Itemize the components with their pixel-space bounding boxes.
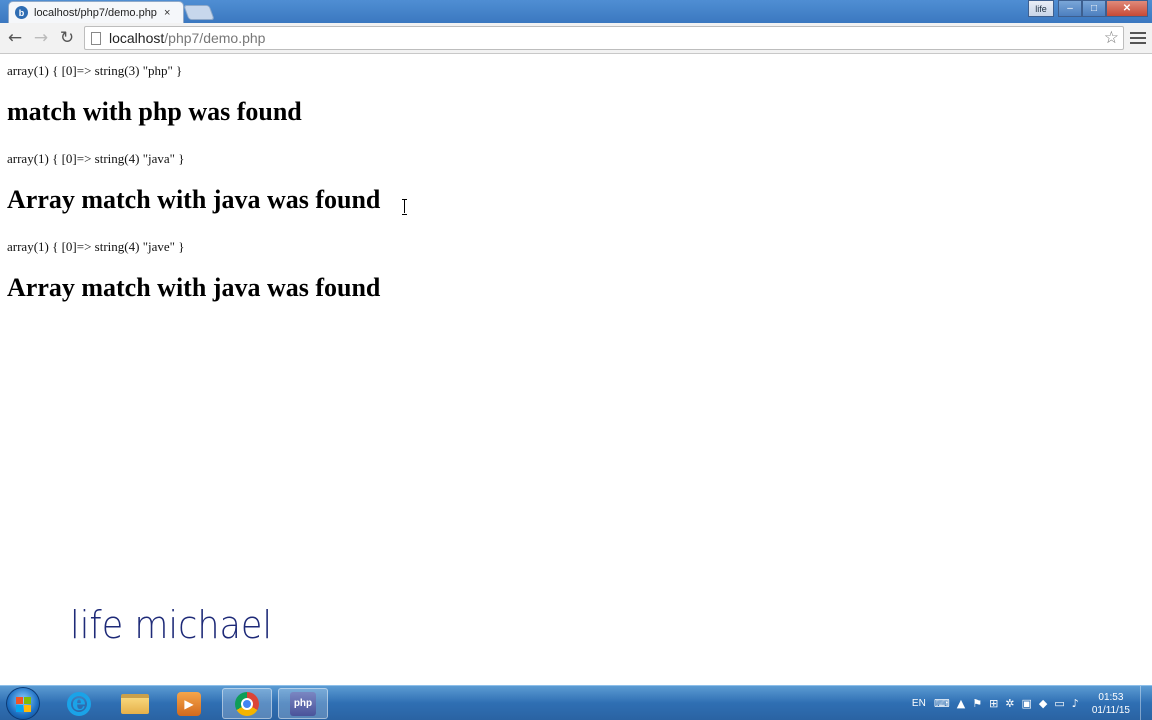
folder-icon xyxy=(121,693,149,714)
language-indicator[interactable]: EN xyxy=(912,698,926,709)
windows-logo-icon xyxy=(16,697,31,712)
volume-icon[interactable]: ♪ xyxy=(1072,697,1079,710)
forward-arrow-icon[interactable]: → xyxy=(31,28,51,48)
result-heading: Array match with java was found xyxy=(7,273,381,302)
taskbar-explorer[interactable] xyxy=(110,688,160,719)
flag-icon[interactable]: ⚑ xyxy=(972,697,982,710)
result-heading: match with php was found xyxy=(7,97,302,126)
media-player-icon: ▶ xyxy=(177,691,201,716)
tab-close-icon[interactable]: × xyxy=(164,7,170,19)
maximize-button[interactable]: □ xyxy=(1082,0,1106,17)
system-clock[interactable]: 01:53 01/11/15 xyxy=(1092,691,1130,717)
taskbar-php-ide[interactable]: php xyxy=(278,688,328,719)
clock-date: 01/11/15 xyxy=(1091,704,1130,716)
window-controls: life – □ ✕ xyxy=(1028,0,1148,17)
network-icon[interactable]: ✲ xyxy=(1005,697,1014,710)
new-tab-button[interactable] xyxy=(183,5,215,20)
show-desktop-button[interactable] xyxy=(1140,686,1152,720)
bookmark-star-icon[interactable]: ☆ xyxy=(1104,28,1119,48)
page-icon xyxy=(91,31,101,45)
arrow-up-icon[interactable]: ▲ xyxy=(957,697,965,710)
text-cursor-icon xyxy=(402,199,408,215)
var-dump-output: array(1) { [0]=> string(3) "php" } xyxy=(7,63,183,78)
var-dump-output: array(1) { [0]=> string(4) "jave" } xyxy=(7,239,185,254)
tab-title: localhost/php7/demo.php xyxy=(34,6,157,19)
taskbar-media-player[interactable]: ▶ xyxy=(164,688,214,719)
close-window-button[interactable]: ✕ xyxy=(1106,0,1148,17)
reload-icon[interactable]: ↻ xyxy=(57,28,77,48)
profile-button[interactable]: life xyxy=(1028,0,1054,17)
site-favicon-icon: b xyxy=(15,6,28,19)
php-ide-icon: php xyxy=(290,691,316,716)
page-content: array(1) { [0]=> string(3) "php" } match… xyxy=(0,55,1152,685)
var-dump-output: array(1) { [0]=> string(4) "java" } xyxy=(7,151,185,166)
browser-menu-icon[interactable] xyxy=(1130,28,1146,48)
battery-icon[interactable]: ▭ xyxy=(1054,697,1064,710)
internet-explorer-icon xyxy=(67,690,91,716)
address-bar[interactable]: localhost/php7/demo.php ☆ xyxy=(84,26,1124,50)
minimize-button[interactable]: – xyxy=(1058,0,1082,17)
watermark-text: life michael xyxy=(70,603,273,647)
browser-tab-strip: b localhost/php7/demo.php × life – □ ✕ xyxy=(0,0,1152,23)
address-url[interactable]: localhost/php7/demo.php xyxy=(109,30,265,46)
tab-demo-php[interactable]: b localhost/php7/demo.php × xyxy=(8,1,184,23)
clock-time: 01:53 xyxy=(1098,691,1124,703)
chrome-icon xyxy=(235,691,259,716)
taskbar-ie[interactable] xyxy=(54,688,104,719)
url-host: localhost xyxy=(109,30,165,46)
windows-icon[interactable]: ⊞ xyxy=(989,697,998,710)
result-heading: Array match with java was found xyxy=(7,185,381,214)
windows-taskbar: ▶ php EN ⌨ ▲ ⚑ ⊞ ✲ ▣ ◆ ▭ ♪ 01:53 01/11/1… xyxy=(0,685,1152,720)
taskbar-chrome[interactable] xyxy=(222,688,272,719)
keyboard-icon[interactable]: ⌨ xyxy=(934,697,950,710)
url-path: /php7/demo.php xyxy=(164,30,266,46)
shield-icon[interactable]: ▣ xyxy=(1022,697,1032,710)
browser-toolbar: ← → ↻ localhost/php7/demo.php ☆ xyxy=(0,23,1152,54)
start-button[interactable] xyxy=(6,687,40,720)
back-arrow-icon[interactable]: ← xyxy=(5,28,25,48)
dropbox-icon[interactable]: ◆ xyxy=(1039,697,1047,710)
system-tray: EN ⌨ ▲ ⚑ ⊞ ✲ ▣ ◆ ▭ ♪ 01:53 01/11/15 xyxy=(912,686,1152,720)
